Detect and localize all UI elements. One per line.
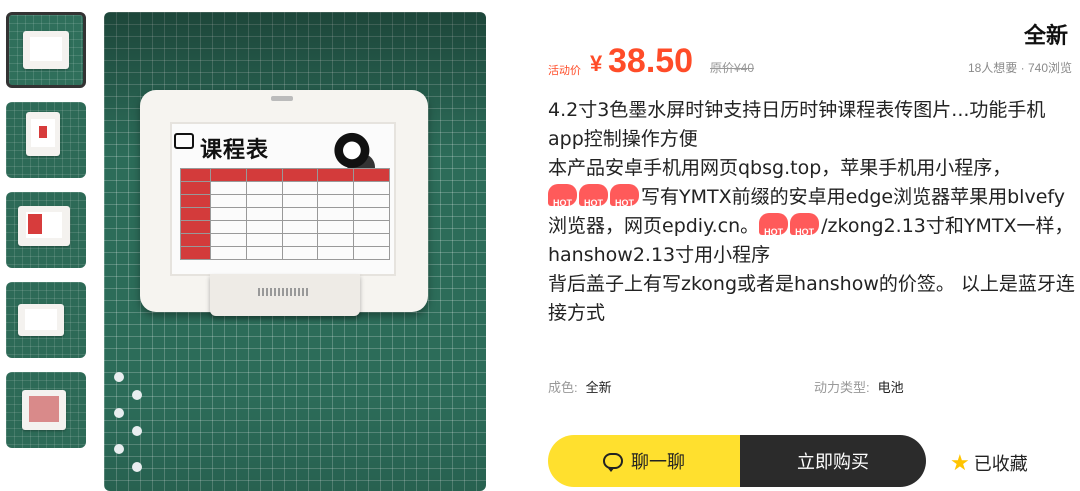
device-stand — [210, 274, 360, 316]
thumbnail-device — [23, 31, 69, 69]
hot-icon: HOT — [548, 184, 577, 208]
currency-symbol: ¥ — [590, 51, 603, 76]
mat-dots — [112, 372, 152, 491]
view-stats: 18人想要 · 740浏览 — [967, 61, 1072, 75]
thumbnail-5[interactable] — [6, 372, 86, 448]
schedule-table — [180, 168, 390, 260]
thumbnail-3[interactable] — [6, 192, 86, 268]
attribute-condition: 成色: 全新 — [548, 380, 612, 395]
thumbnail-device — [22, 390, 66, 430]
thumbnail-1[interactable] — [6, 12, 86, 88]
eink-screen: 课程表 — [170, 122, 396, 276]
chat-button[interactable]: 聊一聊 — [548, 435, 740, 487]
price-row: 活动价 ¥ 38.50 原价¥40 18人想要 · 740浏览 — [548, 42, 1076, 82]
description-line-1: 4.2寸3色墨水屏时钟支持日历时钟课程表传图片...功能手机app控制操作方便 — [548, 99, 1046, 150]
hot-icon: HOT — [579, 184, 608, 208]
activity-price-label: 活动价 — [548, 65, 581, 77]
hot-icon: HOT — [759, 213, 789, 237]
price-value: 38.50 — [608, 42, 694, 80]
description-line-2: 本产品安卓手机用网页qbsg.top，苹果手机用小程序， — [548, 157, 1012, 179]
thumbnail-device — [18, 206, 70, 246]
thumbnail-device — [26, 112, 60, 156]
favorite-button[interactable]: ★ 已收藏 — [950, 440, 1076, 486]
book-icon — [174, 133, 194, 149]
chat-button-label: 聊一聊 — [631, 452, 685, 472]
thumbnail-device — [18, 304, 64, 336]
thumbnail-2[interactable] — [6, 102, 86, 178]
hot-icon: HOT — [610, 184, 639, 208]
thumbnail-4[interactable] — [6, 282, 86, 358]
hot-icon: HOT — [790, 213, 820, 237]
product-description: 4.2寸3色墨水屏时钟支持日历时钟课程表传图片...功能手机app控制操作方便 … — [548, 96, 1078, 328]
thumbnail-list — [6, 12, 88, 462]
favorite-button-label: 已收藏 — [973, 454, 1028, 474]
buy-button-label: 立即购买 — [797, 452, 869, 472]
star-icon: ★ — [950, 450, 970, 475]
description-line-5: 背后盖子上有写zkong或者是hanshow的价签。 以上是蓝牙连接方式 — [548, 273, 1075, 324]
original-price: 原价¥40 — [710, 61, 755, 75]
chat-bubble-icon — [603, 453, 623, 472]
main-product-image[interactable]: 课程表 — [104, 12, 486, 491]
screen-title: 课程表 — [200, 138, 270, 163]
device-notch — [271, 96, 293, 101]
barcode — [258, 288, 310, 296]
buy-now-button[interactable]: 立即购买 — [740, 435, 926, 487]
attribute-power-type: 动力类型: 电池 — [814, 380, 904, 395]
